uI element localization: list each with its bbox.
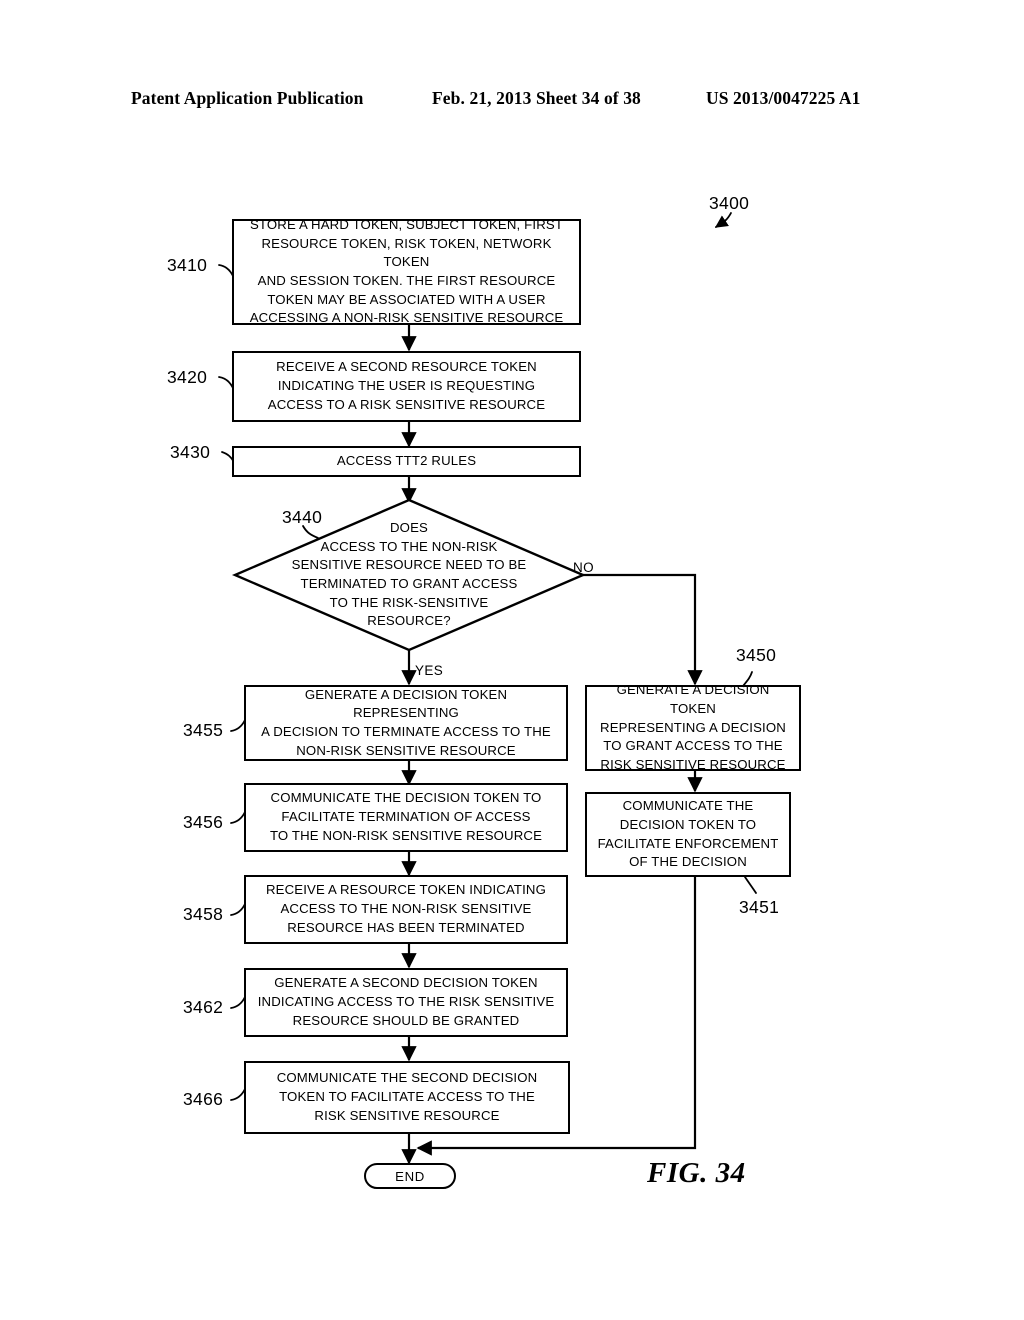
ref-label-3450: 3450 bbox=[736, 645, 777, 665]
process-box-3451: COMMUNICATE THE DECISION TOKEN TO FACILI… bbox=[585, 792, 791, 877]
branch-label-yes: YES bbox=[415, 663, 444, 678]
ref-label-3451: 3451 bbox=[739, 897, 780, 917]
process-box-3410: STORE A HARD TOKEN, SUBJECT TOKEN, FIRST… bbox=[232, 216, 581, 326]
process-box-3458: RECEIVE A RESOURCE TOKEN INDICATING ACCE… bbox=[244, 875, 568, 944]
header-publication-title: Patent Application Publication bbox=[131, 88, 364, 108]
ref-label-3462: 3462 bbox=[183, 997, 224, 1017]
page-header: Patent Application Publication Feb. 21, … bbox=[0, 88, 1024, 112]
ref-label-3466: 3466 bbox=[183, 1089, 224, 1109]
ref-label-3458: 3458 bbox=[183, 904, 224, 924]
process-box-3430: ACCESS TTT2 RULES bbox=[232, 446, 581, 477]
ref-label-3420: 3420 bbox=[167, 367, 208, 387]
patent-figure-page: Patent Application Publication Feb. 21, … bbox=[0, 0, 1024, 1320]
process-box-3451-text: COMMUNICATE THE DECISION TOKEN TO FACILI… bbox=[597, 798, 779, 870]
process-box-3456-text: COMMUNICATE THE DECISION TOKEN TO FACILI… bbox=[269, 790, 543, 843]
process-box-3420: RECEIVE A SECOND RESOURCE TOKEN INDICATI… bbox=[232, 351, 581, 422]
ref-label-3456: 3456 bbox=[183, 812, 224, 832]
process-box-3430-text: ACCESS TTT2 RULES bbox=[336, 453, 477, 469]
process-box-3456: COMMUNICATE THE DECISION TOKEN TO FACILI… bbox=[244, 783, 568, 852]
ref-label-3440: 3440 bbox=[282, 507, 323, 527]
header-date-sheet: Feb. 21, 2013 Sheet 34 of 38 bbox=[432, 88, 641, 108]
process-box-3450: GENERATE A DECISION TOKEN REPRESENTING A… bbox=[585, 682, 801, 772]
figure-reference-3400: 3400 bbox=[709, 193, 750, 213]
process-box-3466-text: COMMUNICATE THE SECOND DECISION TOKEN TO… bbox=[276, 1070, 538, 1123]
terminal-end-text: END bbox=[395, 1168, 425, 1184]
figure-caption: FIG. 34 bbox=[647, 1157, 746, 1189]
process-box-3466: COMMUNICATE THE SECOND DECISION TOKEN TO… bbox=[244, 1061, 570, 1134]
process-box-3410-text: STORE A HARD TOKEN, SUBJECT TOKEN, FIRST… bbox=[249, 216, 564, 326]
branch-label-no: NO bbox=[573, 560, 595, 575]
header-patent-number: US 2013/0047225 A1 bbox=[706, 88, 861, 108]
process-box-3462: GENERATE A SECOND DECISION TOKEN INDICAT… bbox=[244, 968, 568, 1037]
ref-label-3430: 3430 bbox=[170, 442, 211, 462]
process-box-3420-text: RECEIVE A SECOND RESOURCE TOKEN INDICATI… bbox=[267, 359, 546, 412]
ref-label-3455: 3455 bbox=[183, 720, 224, 740]
ref-label-3410: 3410 bbox=[167, 255, 208, 275]
process-box-3455-text: GENERATE A DECISION TOKEN REPRESENTING A… bbox=[261, 686, 551, 758]
process-box-3462-text: GENERATE A SECOND DECISION TOKEN INDICAT… bbox=[257, 975, 555, 1028]
process-box-3458-text: RECEIVE A RESOURCE TOKEN INDICATING ACCE… bbox=[265, 882, 547, 935]
process-box-3450-text: GENERATE A DECISION TOKEN REPRESENTING A… bbox=[600, 682, 786, 773]
terminal-end: END bbox=[364, 1163, 456, 1189]
process-box-3455: GENERATE A DECISION TOKEN REPRESENTING A… bbox=[244, 685, 568, 761]
